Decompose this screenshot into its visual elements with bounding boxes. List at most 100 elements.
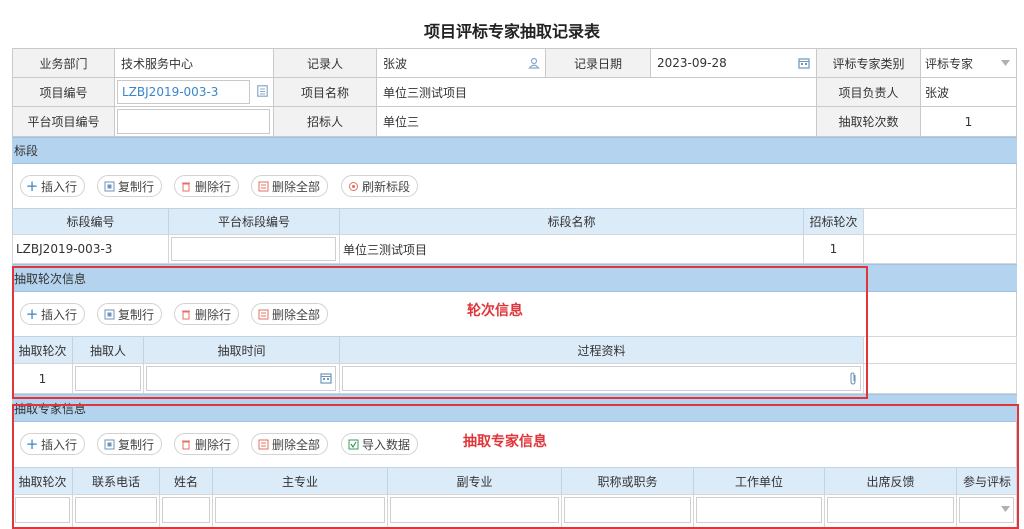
bid-platform-code-input[interactable] — [171, 237, 336, 261]
expert-feedback-input[interactable] — [827, 497, 954, 523]
expert-annotation: 抽取专家信息 — [463, 434, 547, 450]
round-time-input[interactable] — [146, 366, 336, 391]
recorder-label: 记录人 — [273, 48, 377, 78]
copy-row-label: 复制行 — [118, 437, 155, 452]
plus-icon: + — [25, 177, 39, 195]
plus-icon: + — [25, 305, 39, 323]
insert-row-label: 插入行 — [41, 179, 78, 194]
round-person-input[interactable] — [75, 366, 141, 391]
bid-round-cell: 1 — [803, 234, 864, 264]
date-value: 2023-09-28 — [657, 56, 727, 70]
insert-row-button[interactable]: + 插入行 — [20, 303, 86, 325]
expert-title-input[interactable] — [564, 497, 691, 523]
copy-row-label: 复制行 — [118, 307, 155, 322]
insert-row-button[interactable]: + 插入行 — [20, 175, 86, 197]
trash-icon — [180, 308, 192, 320]
page-title: 项目评标专家抽取记录表 — [423, 22, 600, 41]
delete-all-icon — [257, 438, 269, 450]
platform-no-label: 平台项目编号 — [12, 106, 115, 137]
expert-major-input[interactable] — [215, 497, 385, 523]
expert-minor-input[interactable] — [390, 497, 559, 523]
paperclip-icon[interactable] — [845, 370, 861, 386]
project-no-label: 项目编号 — [12, 77, 115, 107]
copy-icon — [103, 308, 115, 320]
bid-col-empty — [863, 208, 1017, 235]
user-picker-icon[interactable] — [526, 55, 542, 71]
bid-code-cell: LZBJ2019-003-3 — [12, 234, 169, 264]
delete-all-button[interactable]: 删除全部 — [251, 175, 329, 197]
tenderer-label: 招标人 — [273, 106, 377, 137]
insert-row-button[interactable]: + 插入行 — [20, 433, 86, 455]
date-label: 记录日期 — [545, 48, 651, 78]
delete-row-label: 删除行 — [195, 179, 232, 194]
bid-name-cell: 单位三测试项目 — [339, 234, 804, 264]
round-col-person: 抽取人 — [72, 336, 144, 364]
rounds-value: 1 — [920, 106, 1017, 137]
list-picker-icon[interactable] — [254, 83, 270, 99]
tenderer-value: 单位三 — [376, 106, 817, 137]
copy-icon — [103, 438, 115, 450]
category-value: 评标专家 — [925, 56, 974, 71]
refresh-section-button[interactable]: 刷新标段 — [341, 175, 419, 197]
copy-row-button[interactable]: 复制行 — [97, 175, 163, 197]
expert-round-input[interactable] — [15, 497, 70, 523]
bid-toolbar: + 插入行 复制行 删除行 删除全部 刷新标段 — [12, 164, 1017, 208]
insert-row-label: 插入行 — [41, 307, 78, 322]
trash-icon — [180, 438, 192, 450]
round-value-cell: 1 — [12, 363, 73, 394]
section-expert-title: 抽取专家信息 — [12, 394, 1017, 422]
expert-col-phone: 联系电话 — [72, 467, 160, 495]
project-name-value: 单位三测试项目 — [376, 77, 817, 107]
chevron-down-icon[interactable] — [997, 55, 1013, 71]
project-name-label: 项目名称 — [273, 77, 377, 107]
expert-employer-input[interactable] — [696, 497, 822, 523]
calendar-icon[interactable] — [318, 370, 334, 386]
copy-row-button[interactable]: 复制行 — [97, 433, 163, 455]
date-field[interactable]: 2023-09-28 — [650, 48, 817, 78]
expert-col-title: 职称或职务 — [561, 467, 694, 495]
platform-no-input[interactable] — [117, 109, 270, 134]
copy-icon — [103, 180, 115, 192]
refresh-icon — [347, 180, 359, 192]
calendar-icon[interactable] — [796, 55, 812, 71]
round-material-input[interactable] — [342, 366, 861, 391]
chevron-down-icon[interactable] — [998, 502, 1012, 516]
section-round-title: 抽取轮次信息 — [12, 264, 1017, 292]
delete-row-button[interactable]: 删除行 — [174, 175, 240, 197]
round-col-round: 抽取轮次 — [12, 336, 73, 364]
owner-value: 张波 — [920, 77, 1017, 107]
expert-col-name: 姓名 — [159, 467, 213, 495]
delete-row-button[interactable]: 删除行 — [174, 433, 240, 455]
project-no-value[interactable]: LZBJ2019-003-3 — [117, 80, 250, 104]
dept-value: 技术服务中心 — [114, 48, 274, 78]
trash-icon — [180, 180, 192, 192]
expert-col-employer: 工作单位 — [693, 467, 825, 495]
bid-col-platform-code: 平台标段编号 — [168, 208, 340, 235]
owner-label: 项目负责人 — [816, 77, 921, 107]
expert-name-input[interactable] — [162, 497, 210, 523]
delete-row-button[interactable]: 删除行 — [174, 303, 240, 325]
import-data-button[interactable]: 导入数据 — [341, 433, 419, 455]
insert-row-label: 插入行 — [41, 437, 78, 452]
category-label: 评标专家类别 — [816, 48, 921, 78]
delete-all-button[interactable]: 删除全部 — [251, 433, 329, 455]
dept-label: 业务部门 — [12, 48, 115, 78]
bid-col-name: 标段名称 — [339, 208, 804, 235]
expert-col-minor: 副专业 — [387, 467, 562, 495]
expert-col-major: 主专业 — [212, 467, 388, 495]
round-col-time: 抽取时间 — [143, 336, 340, 364]
plus-icon: + — [25, 435, 39, 453]
expert-phone-input[interactable] — [75, 497, 157, 523]
delete-all-label: 删除全部 — [272, 307, 321, 322]
expert-col-round: 抽取轮次 — [12, 467, 73, 495]
import-icon — [347, 438, 359, 450]
delete-all-icon — [257, 308, 269, 320]
bid-empty-cell — [863, 234, 1017, 264]
delete-all-button[interactable]: 删除全部 — [251, 303, 329, 325]
copy-row-button[interactable]: 复制行 — [97, 303, 163, 325]
rounds-label: 抽取轮次数 — [816, 106, 921, 137]
recorder-field[interactable]: 张波 — [376, 48, 546, 78]
round-col-material: 过程资料 — [339, 336, 864, 364]
expert-col-participate: 参与评标 — [956, 467, 1017, 495]
delete-row-label: 删除行 — [195, 307, 232, 322]
